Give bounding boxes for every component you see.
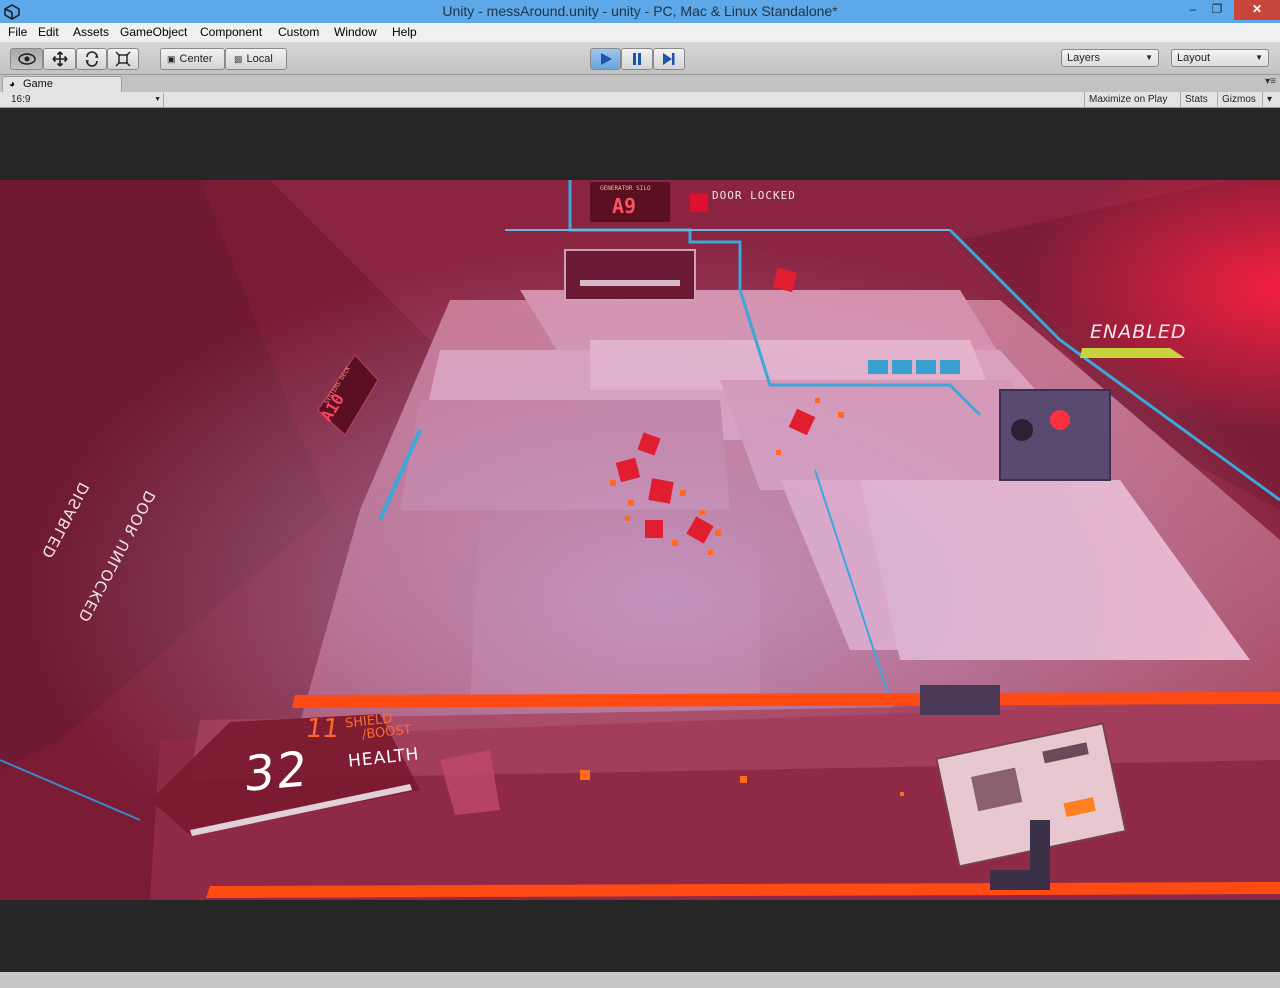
maximize-on-play-toggle[interactable]: Maximize on Play (1084, 92, 1171, 108)
space-local-button[interactable]: ▩ Local (225, 48, 287, 70)
title-bar: Unity - messAround.unity - unity - PC, M… (0, 0, 1280, 23)
stats-toggle[interactable]: Stats (1180, 92, 1212, 108)
menu-help[interactable]: Help (392, 25, 417, 39)
pause-icon (633, 53, 641, 65)
space-label: Local (246, 53, 273, 65)
shield-value: 11 (303, 714, 342, 744)
layers-label: Layers (1067, 52, 1101, 64)
maximize-button[interactable]: ❐ (1204, 0, 1230, 20)
status-bar (0, 972, 1280, 988)
pivot-center-button[interactable]: ▣ Center (160, 48, 225, 70)
play-button[interactable] (590, 48, 621, 70)
game-render (0, 180, 1280, 900)
menu-assets[interactable]: Assets (73, 25, 109, 39)
menu-edit[interactable]: Edit (38, 25, 59, 39)
menu-file[interactable]: File (8, 25, 27, 39)
layout-label: Layout (1177, 52, 1211, 64)
view-tool-button[interactable] (10, 48, 43, 70)
caret-down-icon: ▼ (154, 96, 161, 103)
move-arrows-icon (51, 51, 68, 67)
enabled-label: ENABLED (1090, 321, 1187, 343)
menu-gameobject[interactable]: GameObject (120, 25, 187, 39)
door-locked-indicator (690, 194, 708, 212)
toolbar: ▣ Center ▩ Local Layers ▼ Layout ▼ (0, 43, 1280, 75)
game-pacman-icon: ◕ (9, 79, 16, 90)
play-icon (600, 53, 612, 65)
step-button[interactable] (653, 48, 685, 70)
game-viewport[interactable]: DOOR LOCKED GENERATOR SILO A9 ENABLED A1… (0, 108, 1280, 972)
game-view-bar: 16:9 ▼ Maximize on Play Stats Gizmos ▾ (0, 92, 1280, 108)
aspect-label: 16:9 (11, 94, 31, 105)
move-tool-button[interactable] (43, 48, 76, 70)
step-icon (663, 53, 675, 65)
menu-custom[interactable]: Custom (278, 25, 319, 39)
window-title: Unity - messAround.unity - unity - PC, M… (442, 3, 838, 19)
pause-button[interactable] (621, 48, 653, 70)
pivot-label: Center (179, 53, 213, 65)
eye-icon (17, 53, 36, 65)
aspect-dropdown[interactable]: 16:9 ▼ (6, 93, 164, 107)
tab-game[interactable]: ◕ Game (2, 76, 122, 92)
menu-bar: File Edit Assets GameObject Component Cu… (0, 23, 1280, 43)
gizmos-caret-icon[interactable]: ▾ (1262, 92, 1276, 108)
game-scene[interactable]: DOOR LOCKED GENERATOR SILO A9 ENABLED A1… (0, 180, 1280, 900)
close-button[interactable]: ✕ (1234, 0, 1280, 20)
door-locked-label: DOOR LOCKED (712, 189, 796, 202)
health-value: 32 (242, 740, 311, 804)
caret-down-icon: ▼ (1255, 53, 1263, 62)
layout-dropdown[interactable]: Layout ▼ (1171, 49, 1269, 67)
rotate-icon (85, 51, 98, 67)
menu-component[interactable]: Component (200, 25, 262, 39)
menu-window[interactable]: Window (334, 25, 377, 39)
tab-options-icon[interactable]: ▾≡ (1265, 76, 1276, 87)
scale-tool-button[interactable] (107, 48, 139, 70)
tab-game-label: Game (23, 78, 53, 90)
layers-dropdown[interactable]: Layers ▼ (1061, 49, 1159, 67)
silo-sign-label: GENERATOR SILO (600, 185, 651, 192)
minimize-button[interactable]: – (1180, 0, 1206, 20)
silo-code-label: A9 (612, 194, 637, 218)
pivot-icon: ▣ (167, 53, 176, 64)
tab-bar: ◕ Game ▾≡ (0, 75, 1280, 92)
scale-icon (115, 51, 131, 67)
gizmos-toggle[interactable]: Gizmos (1217, 92, 1260, 108)
rotate-tool-button[interactable] (76, 48, 107, 70)
caret-down-icon: ▼ (1145, 53, 1153, 62)
cube-icon: ▩ (234, 53, 243, 64)
